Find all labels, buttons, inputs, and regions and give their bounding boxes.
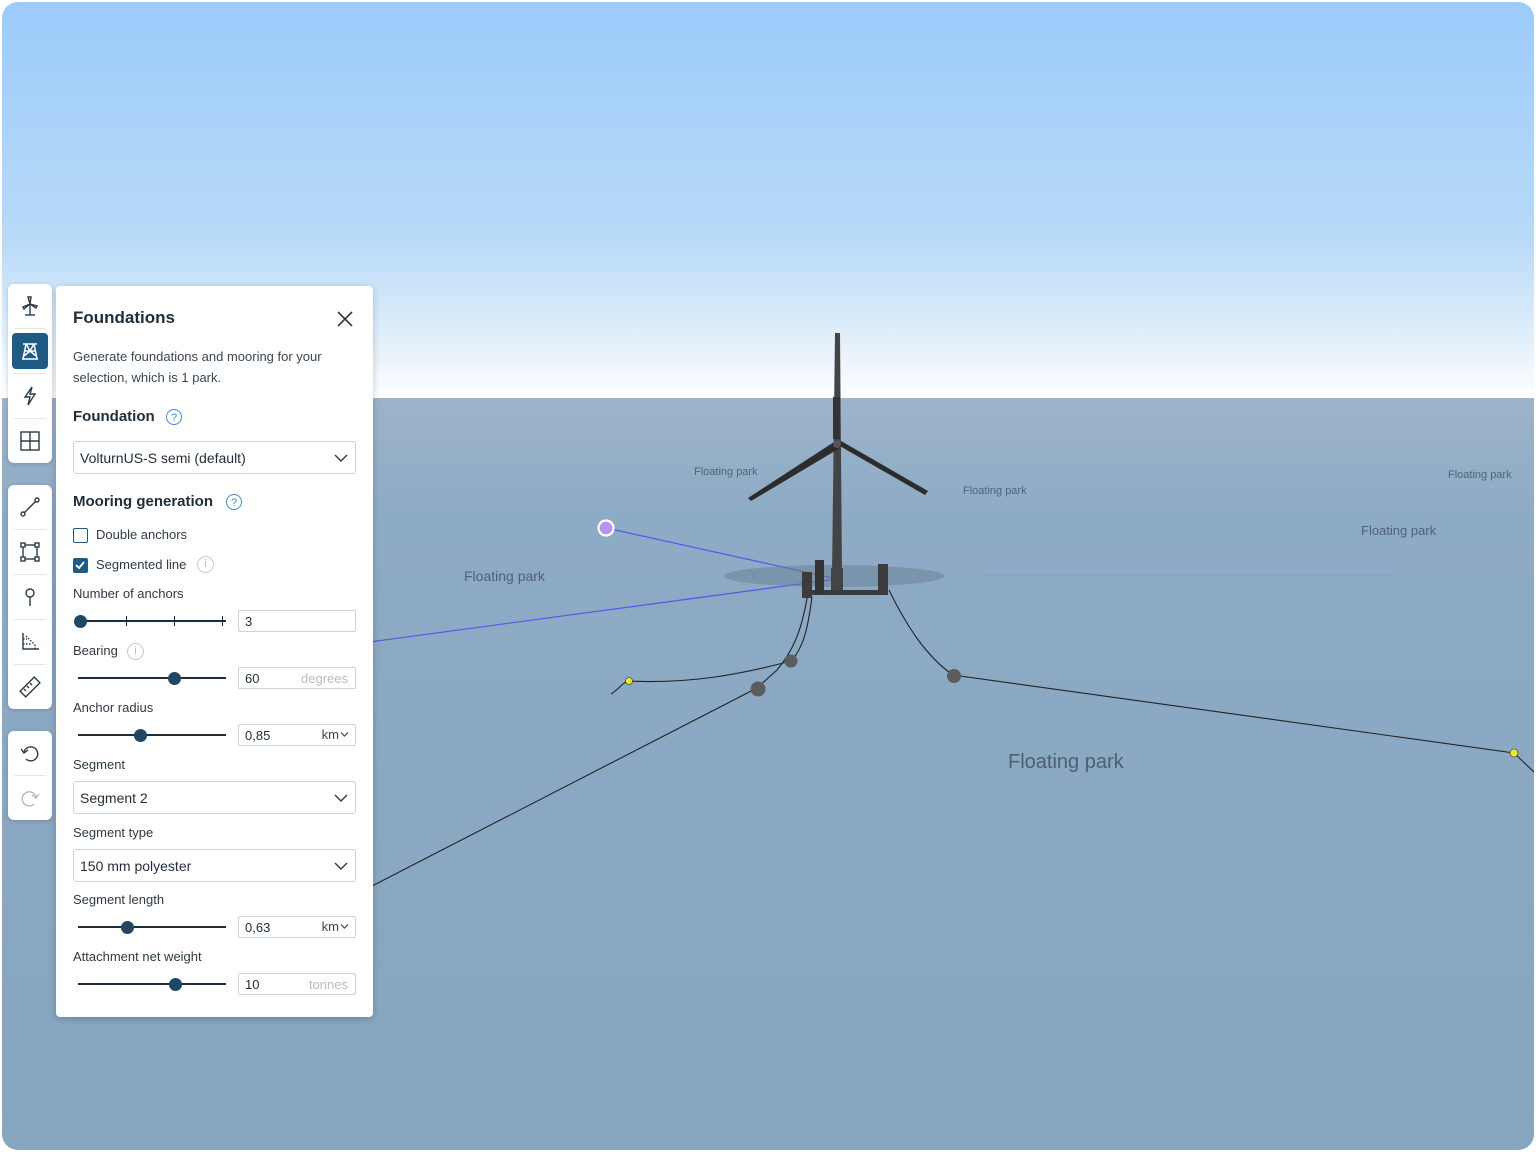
park-label: Floating park — [694, 466, 758, 478]
mooring-heading: Mooring generation — [73, 493, 213, 510]
input-unit: tonnes — [308, 977, 348, 992]
double-anchors-checkbox[interactable] — [73, 528, 88, 543]
lightning-icon — [23, 386, 37, 406]
segment-type-select[interactable]: 150 mm polyester — [73, 849, 356, 882]
redo-icon — [21, 791, 40, 807]
help-icon[interactable]: ? — [226, 494, 242, 510]
axis-tool[interactable] — [12, 624, 48, 660]
point-tool[interactable] — [12, 579, 48, 615]
mooring-buoy — [750, 681, 766, 697]
foundations-tool[interactable] — [12, 333, 48, 369]
foundation-heading: Foundation — [73, 408, 155, 425]
axis-tool-icon — [22, 633, 39, 650]
park-label: Floating park — [1008, 751, 1125, 773]
foundation-icon — [22, 343, 38, 360]
slider-thumb[interactable] — [169, 978, 182, 991]
unit-label: km — [321, 727, 339, 742]
segment-select[interactable]: Segment 2 — [73, 781, 356, 814]
slider-thumb[interactable] — [74, 615, 87, 628]
segmented-line-label: Segmented line — [96, 557, 187, 572]
line-tool-icon — [20, 497, 40, 517]
segment-length-input[interactable]: 0,63 km — [238, 916, 356, 938]
slider-thumb[interactable] — [168, 672, 181, 685]
info-icon[interactable]: i — [197, 556, 214, 573]
number-of-anchors-label: Number of anchors — [73, 586, 184, 601]
turbine-icon — [22, 296, 39, 316]
foundation-select-value: VolturnUS-S semi (default) — [80, 450, 246, 466]
slider-thumb[interactable] — [134, 729, 147, 742]
help-icon[interactable]: ? — [166, 409, 182, 425]
panel-title: Foundations — [73, 308, 175, 327]
toolbar-group-history — [8, 731, 52, 820]
anchor-point — [1509, 748, 1519, 758]
segment-type-label: Segment type — [73, 825, 154, 840]
close-icon[interactable] — [334, 308, 356, 330]
anchor-radius-label: Anchor radius — [73, 700, 154, 715]
measure-tool[interactable] — [12, 669, 48, 705]
park-label: Floating park — [963, 485, 1027, 497]
anchor-radius-slider[interactable] — [73, 725, 226, 745]
info-icon[interactable]: i — [127, 643, 144, 660]
unit-label: km — [321, 919, 339, 934]
grid-tool[interactable] — [12, 423, 48, 459]
segmented-line-checkbox[interactable] — [73, 558, 88, 573]
segment-select-value: Segment 2 — [80, 790, 148, 806]
selection-handle[interactable] — [597, 519, 615, 537]
input-value: 0,85 — [245, 728, 271, 743]
input-unit: degrees — [301, 671, 348, 686]
chevron-down-icon — [334, 862, 348, 870]
segment-type-select-value: 150 mm polyester — [80, 858, 192, 874]
attachment-net-weight-slider[interactable] — [73, 974, 226, 994]
attachment-net-weight-label: Attachment net weight — [73, 949, 202, 964]
number-of-anchors-input[interactable]: 3 — [238, 610, 356, 632]
line-tool[interactable] — [12, 489, 48, 525]
park-label: Floating park — [1361, 523, 1437, 538]
undo-button[interactable] — [12, 735, 48, 771]
number-of-anchors-slider[interactable] — [73, 611, 226, 631]
redo-button[interactable] — [12, 780, 48, 816]
unit-dropdown[interactable]: km — [322, 727, 349, 742]
app-window: Floating park Floating park Floating par… — [2, 2, 1534, 1150]
ruler-icon — [19, 676, 41, 698]
mooring-buoy — [947, 669, 961, 683]
foundations-panel: Foundations Generate foundations and moo… — [56, 286, 373, 1017]
input-value: 10 — [245, 977, 260, 992]
input-value: 0,63 — [245, 920, 271, 935]
chevron-down-icon — [340, 732, 349, 737]
segment-length-label: Segment length — [73, 892, 165, 907]
mooring-buoy — [784, 654, 798, 668]
segment-label: Segment — [73, 757, 126, 772]
slider-thumb[interactable] — [121, 921, 134, 934]
undo-icon — [20, 746, 39, 762]
park-label: Floating park — [464, 568, 546, 584]
grid-icon — [20, 431, 40, 451]
toolbar-group-layout — [8, 284, 52, 463]
input-value: 60 — [245, 671, 260, 686]
double-anchors-label: Double anchors — [96, 527, 188, 542]
toolbar-group-draw — [8, 485, 52, 709]
polygon-tool[interactable] — [12, 534, 48, 570]
unit-dropdown[interactable]: km — [322, 919, 349, 934]
bearing-label: Bearing — [73, 643, 118, 658]
polygon-tool-icon — [20, 542, 40, 562]
bearing-slider[interactable] — [73, 668, 226, 688]
input-value: 3 — [245, 614, 253, 629]
chevron-down-icon — [334, 454, 348, 462]
panel-description: Generate foundations and mooring for you… — [73, 349, 322, 385]
anchor-point — [625, 677, 633, 685]
bearing-input[interactable]: 60 degrees — [238, 667, 356, 689]
turbines-tool[interactable] — [12, 288, 48, 324]
foundation-select[interactable]: VolturnUS-S semi (default) — [73, 441, 356, 474]
segment-length-slider[interactable] — [73, 917, 226, 937]
anchor-radius-input[interactable]: 0,85 km — [238, 724, 356, 746]
chevron-down-icon — [340, 924, 349, 929]
checkmark-icon — [75, 561, 85, 570]
attachment-net-weight-input[interactable]: 10 tonnes — [238, 973, 356, 995]
chevron-down-icon — [334, 794, 348, 802]
point-tool-icon — [25, 588, 35, 606]
park-label: Floating park — [1448, 469, 1512, 481]
electrical-tool[interactable] — [12, 378, 48, 414]
